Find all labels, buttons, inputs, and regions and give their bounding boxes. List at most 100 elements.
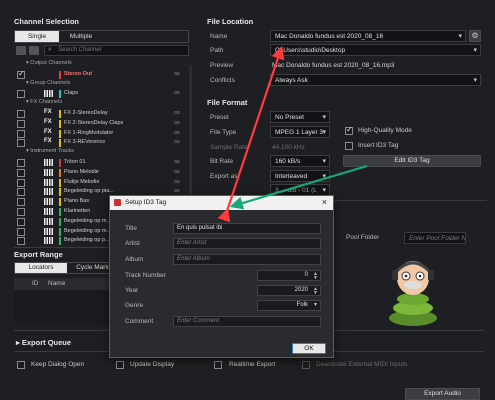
- title-input[interactable]: En quis pulsat ibi: [173, 223, 321, 234]
- channel-label: FX 3-REVerence: [64, 139, 106, 146]
- bit-rate-select[interactable]: 160 kB/s: [270, 155, 330, 167]
- channel-checkbox[interactable]: [17, 159, 25, 167]
- channel-color-swatch: [59, 188, 61, 197]
- channel-checkbox[interactable]: [17, 208, 25, 216]
- channel-label: Begeleiding op m...: [64, 227, 112, 234]
- channel-color-swatch: [59, 119, 61, 128]
- channel-label: Begeleiding op pia...: [64, 188, 114, 195]
- channel-checkbox[interactable]: [17, 198, 25, 207]
- channel-label: Begeleiding op p...: [64, 237, 110, 244]
- link-icon[interactable]: ∞: [174, 137, 180, 146]
- link-icon[interactable]: ∞: [174, 128, 180, 137]
- col-name: Name: [48, 280, 66, 287]
- channel-checkbox[interactable]: [17, 178, 25, 187]
- tab-locators[interactable]: Locators: [15, 263, 67, 273]
- year-stepper[interactable]: 2020 ▲ ▼: [257, 285, 321, 296]
- channel-label: Stereo Out: [64, 70, 93, 77]
- tab-multiple[interactable]: Multiple: [59, 31, 103, 42]
- channel-checkbox[interactable]: [17, 90, 25, 99]
- update-display-checkbox[interactable]: [116, 361, 124, 369]
- export-as-select[interactable]: Interleaved: [270, 170, 330, 182]
- export-queue-toggle[interactable]: ▸ Export Queue: [16, 338, 71, 347]
- sample-rate-label: Sample Rate: [210, 144, 248, 151]
- export-audio-button[interactable]: Export Audio: [405, 388, 480, 400]
- tab-single[interactable]: Single: [15, 31, 59, 42]
- group-label: ▾ FX Channels: [26, 99, 63, 106]
- channel-checkbox[interactable]: [17, 110, 25, 118]
- high-quality-label: High-Quality Mode: [358, 127, 412, 134]
- insert-id3-label: Insert ID3 Tag: [358, 142, 399, 149]
- link-icon[interactable]: ∞: [174, 157, 180, 166]
- group-label: ▾ Instrument Tracks: [26, 148, 74, 155]
- stepper-arrows-icon[interactable]: ▲ ▼: [313, 287, 318, 296]
- path-field[interactable]: C:\Users\studio\Desktop: [270, 44, 481, 56]
- channel-color-swatch: [59, 129, 61, 138]
- path-label: Path: [210, 47, 224, 54]
- pool-folder-input[interactable]: Enter Pool Folder N...: [404, 232, 466, 244]
- link-icon[interactable]: ∞: [174, 177, 180, 186]
- preset-select[interactable]: No Preset: [270, 111, 330, 123]
- file-format-title: File Format: [207, 98, 248, 107]
- chevron-down-icon: ▾: [313, 302, 317, 308]
- channel-label: Triton 01: [64, 159, 86, 165]
- collapse-all-icon[interactable]: [29, 46, 39, 55]
- bit-rate-label: Bit Rate: [210, 158, 234, 165]
- channel-label: FX 2-StereoDelay Claps: [64, 119, 124, 126]
- insert-id3-checkbox[interactable]: [345, 142, 353, 150]
- search-placeholder: Search Channel: [58, 47, 102, 53]
- track-label: Track Number: [125, 272, 166, 279]
- channel-color-swatch: [59, 159, 61, 167]
- channel-label: Piano Bas: [64, 198, 90, 205]
- file-type-select[interactable]: MPEG 1 Layer 3: [270, 126, 330, 138]
- channel-label: Piano Melodie: [64, 168, 99, 175]
- file-type-label: File Type: [210, 129, 237, 136]
- album-input[interactable]: Enter Album: [173, 254, 321, 265]
- group-label: ▾ Group Channels: [26, 79, 71, 86]
- pool-folder-label: Pool Folder: [346, 234, 380, 241]
- high-quality-checkbox[interactable]: [345, 125, 353, 135]
- link-icon[interactable]: ∞: [174, 108, 180, 117]
- channel-checkbox[interactable]: [17, 129, 25, 138]
- channel-checkbox[interactable]: [17, 139, 25, 148]
- col-id: ID: [32, 280, 39, 287]
- expand-all-icon[interactable]: [16, 46, 26, 55]
- search-channel-input[interactable]: ⌕ Search Channel: [44, 45, 189, 56]
- title-label: Title: [125, 225, 138, 232]
- comment-label: Comment: [125, 318, 154, 325]
- channel-checkbox[interactable]: [17, 119, 25, 128]
- comment-input[interactable]: Enter Comment: [173, 316, 321, 327]
- conflicts-select[interactable]: Always Ask: [270, 74, 481, 86]
- name-field[interactable]: Mac Donaldo fundus est 2020_08_16: [270, 30, 466, 42]
- ok-button[interactable]: OK: [292, 343, 326, 354]
- link-icon[interactable]: ∞: [174, 69, 180, 78]
- stepper-arrows-icon[interactable]: ▲ ▼: [313, 272, 318, 281]
- close-icon[interactable]: ×: [322, 197, 327, 207]
- channel-checkbox[interactable]: [17, 227, 25, 236]
- deactivate-midi-checkbox[interactable]: [302, 361, 310, 369]
- dialog-titlebar: Setup ID3 Tag ×: [110, 196, 333, 210]
- channel-checkbox[interactable]: [17, 217, 25, 226]
- keyboard-icon: [44, 90, 54, 98]
- gear-icon[interactable]: ⚙: [469, 30, 481, 42]
- realtime-export-checkbox[interactable]: [214, 361, 222, 369]
- conflicts-label: Conflicts: [210, 77, 235, 84]
- channel-color-swatch: [59, 178, 61, 187]
- track-number-stepper[interactable]: 0 ▲ ▼: [257, 270, 321, 281]
- genre-value: Folk: [296, 302, 308, 308]
- link-icon[interactable]: ∞: [174, 88, 180, 97]
- preview-value: Mac Donaldo fundus est 2020_08_16.mp3: [272, 62, 395, 69]
- channel-checkbox[interactable]: [17, 237, 25, 246]
- setup-id3-dialog: Setup ID3 Tag × Title En quis pulsat ibi…: [109, 195, 334, 358]
- link-icon[interactable]: ∞: [174, 167, 180, 176]
- artist-input[interactable]: Enter Artist: [173, 238, 321, 249]
- fx-icon: FX: [44, 109, 52, 115]
- edit-id3-button[interactable]: Edit ID3 Tag: [343, 155, 481, 167]
- channel-checkbox[interactable]: [17, 69, 25, 79]
- keyboard-icon: [44, 188, 54, 196]
- keep-dialog-open-label: Keep Dialog Open: [31, 361, 85, 368]
- genre-select[interactable]: Folk ▾: [257, 300, 321, 311]
- channel-checkbox[interactable]: [17, 188, 25, 197]
- channel-checkbox[interactable]: [17, 168, 25, 177]
- keep-dialog-open-checkbox[interactable]: [17, 361, 25, 369]
- link-icon[interactable]: ∞: [174, 118, 180, 127]
